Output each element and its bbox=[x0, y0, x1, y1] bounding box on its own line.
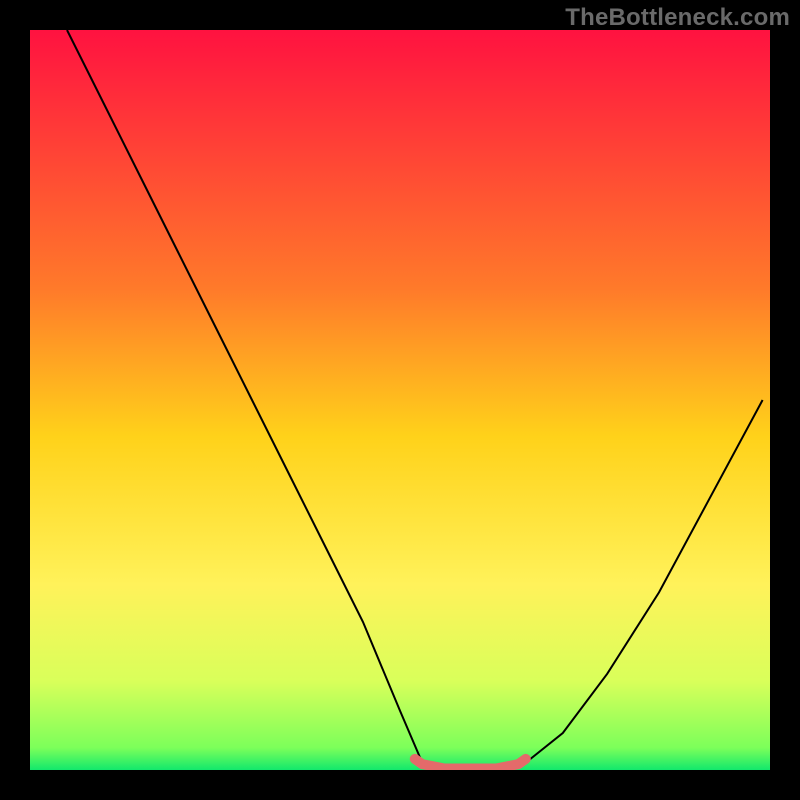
gradient-background bbox=[30, 30, 770, 770]
chart-frame: TheBottleneck.com bbox=[0, 0, 800, 800]
bottleneck-chart bbox=[30, 30, 770, 770]
watermark-text: TheBottleneck.com bbox=[565, 4, 790, 32]
